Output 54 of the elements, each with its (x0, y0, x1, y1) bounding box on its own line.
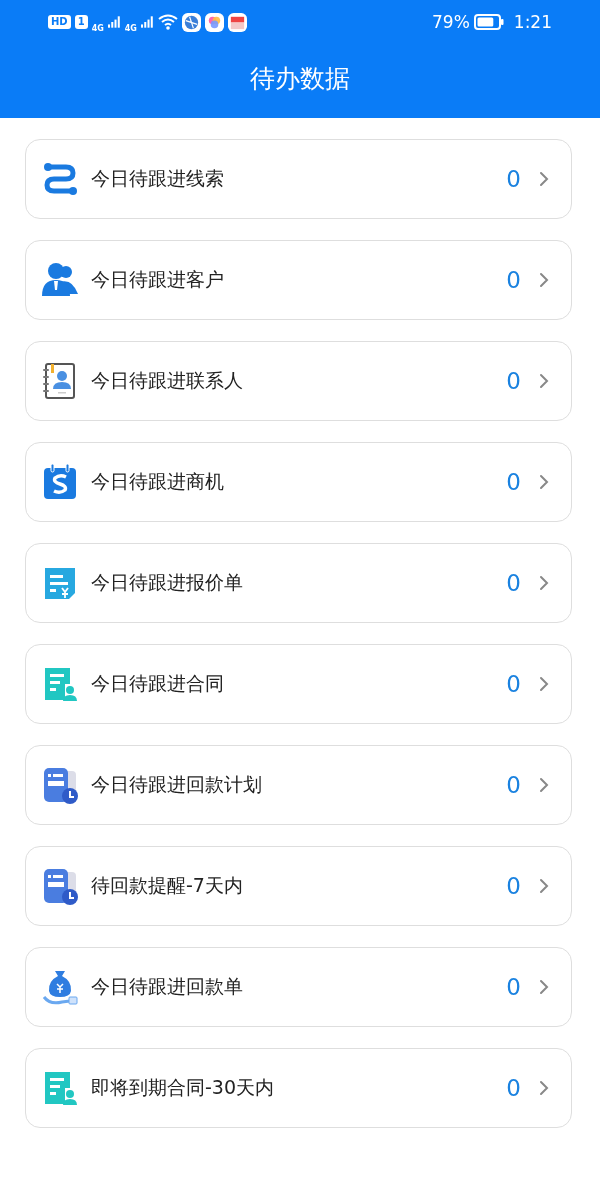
card-label: 今日待跟进商机 (91, 469, 225, 494)
wifi-icon (157, 14, 178, 30)
chevron-right-icon (539, 171, 549, 187)
chevron-right-icon (539, 676, 549, 692)
todo-card[interactable]: 今日待跟进回款计划 0 (25, 745, 572, 825)
count-value: 0 (506, 166, 521, 192)
todo-card[interactable]: 今日待跟进报价单 0 (25, 543, 572, 623)
todo-card[interactable]: 今日待跟进合同 0 (25, 644, 572, 724)
chevron-right-icon (539, 474, 549, 490)
count-value: 0 (506, 368, 521, 394)
page-title: 待办数据 (249, 63, 351, 95)
clock-time: 1:21 (513, 12, 552, 32)
count-value: 0 (506, 772, 521, 798)
todo-card[interactable]: 今日待跟进回款单 0 (25, 947, 572, 1027)
card-label: 待回款提醒-7天内 (91, 873, 244, 898)
card-label: 今日待跟进线索 (91, 166, 225, 191)
signal-icon (107, 16, 121, 28)
count-value: 0 (506, 267, 521, 293)
globe-app-icon (181, 12, 201, 32)
todo-card[interactable]: 今日待跟进线索 0 (25, 139, 572, 219)
todo-card[interactable]: 即将到期合同-30天内 0 (25, 1048, 572, 1128)
network-label: 4G (124, 23, 137, 33)
flower-app-icon (204, 12, 224, 32)
count-value: 0 (506, 570, 521, 596)
todo-card[interactable]: 待回款提醒-7天内 0 (25, 846, 572, 926)
chevron-right-icon (539, 1080, 549, 1096)
signal-icon (140, 16, 154, 28)
card-label: 今日待跟进合同 (91, 671, 225, 696)
count-value: 0 (506, 974, 521, 1000)
chevron-right-icon (539, 777, 549, 793)
count-value: 0 (506, 671, 521, 697)
card-label: 今日待跟进客户 (91, 267, 225, 292)
card-label: 今日待跟进回款单 (91, 974, 244, 999)
todo-card[interactable]: 今日待跟进客户 0 (25, 240, 572, 320)
sim-badge: 1 (74, 15, 88, 29)
count-value: 0 (506, 873, 521, 899)
chevron-right-icon (539, 878, 549, 894)
card-label: 今日待跟进联系人 (91, 368, 244, 393)
battery-percent: 79% (432, 12, 470, 32)
chevron-right-icon (539, 979, 549, 995)
todo-card[interactable]: 今日待跟进联系人 0 (25, 341, 572, 421)
card-label: 今日待跟进报价单 (91, 570, 244, 595)
hd-badge: HD (48, 15, 71, 29)
gift-app-icon (227, 12, 247, 32)
chevron-right-icon (539, 373, 549, 389)
card-label: 即将到期合同-30天内 (91, 1075, 276, 1100)
chevron-right-icon (539, 272, 549, 288)
count-value: 0 (506, 469, 521, 495)
battery-icon (473, 14, 504, 30)
chevron-right-icon (539, 575, 549, 591)
count-value: 0 (506, 1075, 521, 1101)
card-label: 今日待跟进回款计划 (91, 772, 263, 797)
network-label: 4G (91, 23, 104, 33)
todo-card[interactable]: 今日待跟进商机 0 (25, 442, 572, 522)
